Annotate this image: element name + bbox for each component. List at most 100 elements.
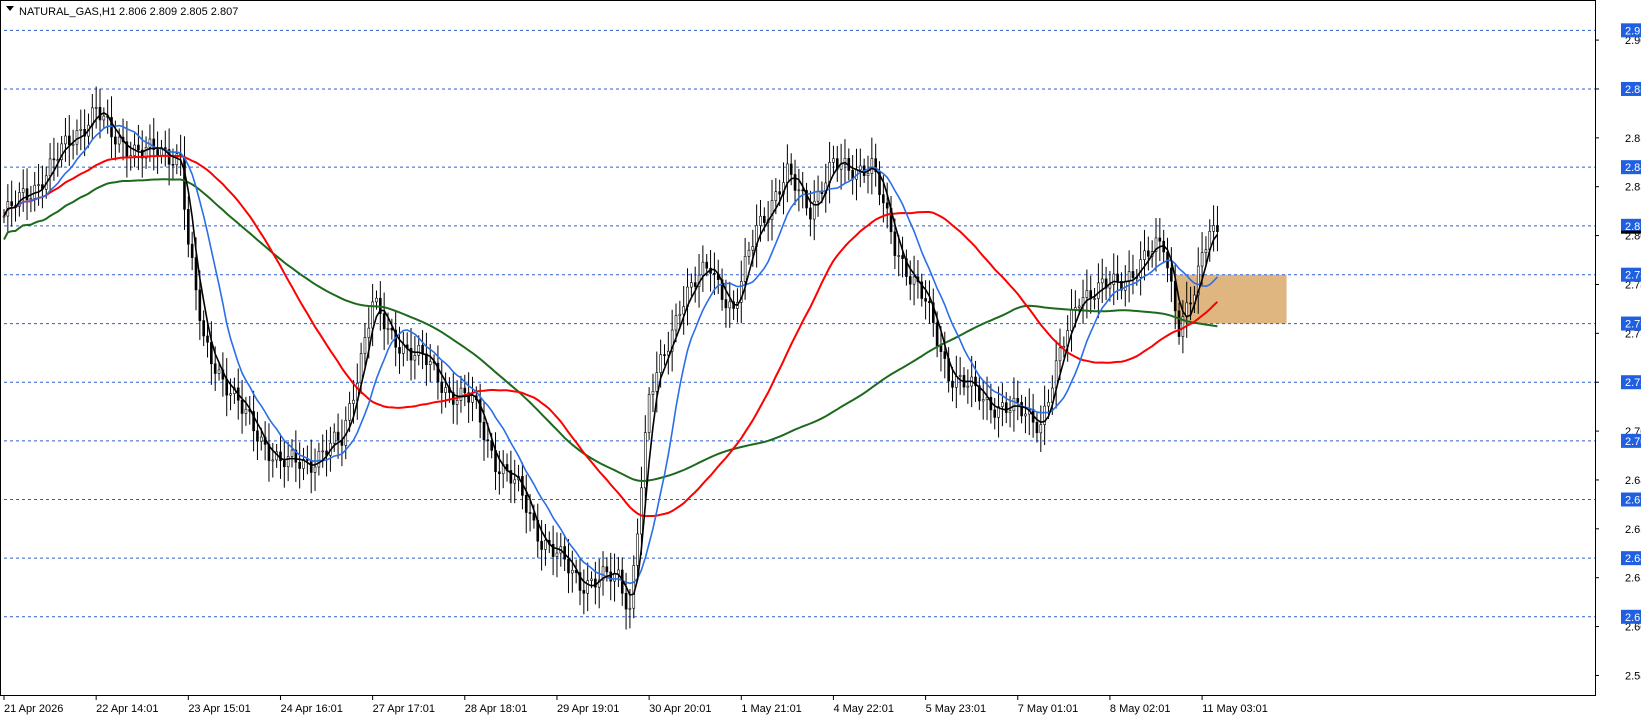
level-label-text: 2.700: [1625, 436, 1641, 448]
candle-body: [332, 431, 336, 444]
candle-body: [71, 143, 75, 146]
candle-body: [75, 130, 79, 145]
candle-body: [444, 387, 447, 393]
candle-body: [21, 188, 25, 193]
candle-body: [137, 144, 140, 151]
candle-body: [498, 471, 501, 475]
x-tick-label: 5 May 23:01: [926, 703, 987, 715]
candle-body: [908, 276, 912, 285]
candle-body: [567, 558, 570, 574]
candle-body: [187, 209, 190, 245]
candle-body: [832, 158, 835, 163]
candle-body: [901, 255, 904, 259]
candle-body: [1143, 250, 1146, 260]
candle-body: [117, 136, 121, 145]
level-label-text: 2.640: [1625, 553, 1641, 565]
candle-body: [1177, 310, 1181, 337]
candle-body: [244, 408, 248, 414]
candle-body: [1024, 413, 1027, 417]
candle-body: [1100, 278, 1104, 284]
candle-body: [705, 261, 709, 269]
candle-body: [678, 313, 682, 317]
candle-body: [524, 495, 528, 513]
candle-body: [793, 174, 797, 191]
candle-body: [640, 487, 643, 535]
candle-body: [713, 273, 716, 275]
candle-body: [1139, 259, 1142, 278]
ma-slow-red-line: [3, 154, 1219, 518]
candle-body: [459, 387, 463, 401]
candle-body: [64, 135, 67, 145]
symbol-line: NATURAL_GAS,H1 2.806 2.809 2.805 2.807: [19, 6, 238, 18]
candle-body: [313, 466, 317, 473]
level-label-text: 2.610: [1625, 612, 1641, 624]
dropdown-triangle-icon[interactable]: [6, 6, 14, 11]
candle-body: [701, 261, 705, 276]
level-label-text: 2.760: [1625, 319, 1641, 331]
candle-body: [632, 565, 636, 609]
candle-body: [1093, 298, 1096, 300]
candle-body: [1001, 402, 1004, 407]
level-label-text: 2.880: [1625, 84, 1641, 96]
candle-body: [94, 107, 98, 109]
candle-body: [609, 571, 613, 582]
candle-body: [463, 387, 467, 394]
candle-body: [801, 189, 805, 192]
candle-body: [1070, 309, 1073, 331]
candle-body: [398, 346, 401, 354]
level-label-text: 2.840: [1625, 162, 1641, 174]
candle-body: [183, 156, 186, 210]
candle-body: [29, 198, 33, 201]
x-tick-label: 1 May 21:01: [741, 703, 802, 715]
candle-body: [759, 215, 762, 226]
candle-body: [636, 533, 639, 566]
candle-body: [482, 421, 486, 441]
candle-body: [471, 395, 474, 403]
candle-body: [198, 289, 202, 321]
candle-body: [213, 363, 217, 374]
candle-body: [1170, 267, 1173, 282]
candle-body: [724, 299, 728, 309]
candle-body: [885, 202, 889, 209]
candle-body: [190, 243, 194, 258]
candle-body: [33, 184, 37, 199]
candle-body: [528, 512, 532, 514]
candle-body: [428, 361, 432, 365]
candle-body: [1035, 421, 1039, 434]
candle-body: [939, 345, 943, 352]
candle-body: [455, 400, 459, 405]
candle-body: [1077, 305, 1081, 308]
candle-body: [655, 372, 659, 392]
candle-body: [1127, 271, 1131, 282]
x-tick-label: 30 Apr 20:01: [649, 703, 711, 715]
candle-body: [37, 184, 40, 186]
candle-body: [643, 432, 647, 489]
price-chart[interactable]: 2.9052.8802.8552.8302.8052.7802.7552.730…: [0, 0, 1641, 719]
candle-body: [951, 380, 954, 388]
candle-body: [774, 191, 778, 201]
candle-body: [363, 337, 367, 354]
candle-body: [1112, 273, 1116, 285]
candle-body: [402, 344, 405, 354]
candle-body: [1004, 402, 1008, 413]
candle-body: [421, 345, 424, 355]
candle-body: [1047, 401, 1050, 407]
candle-body: [206, 335, 209, 343]
candle-body: [690, 282, 693, 288]
candle-body: [194, 257, 198, 291]
chart-header: NATURAL_GAS,H1 2.806 2.809 2.805 2.807: [6, 6, 238, 18]
candle-body: [1212, 225, 1215, 232]
candle-body: [290, 449, 294, 457]
x-tick-label: 22 Apr 14:01: [96, 703, 158, 715]
candle-body: [628, 607, 632, 610]
candle-body: [789, 163, 793, 175]
y-tick-label: 2.830: [1625, 182, 1641, 194]
candle-body: [1158, 237, 1162, 242]
candle-body: [647, 394, 651, 433]
x-tick-label: 24 Apr 16:01: [280, 703, 342, 715]
candle-body: [382, 313, 386, 330]
candle-body: [747, 249, 751, 257]
x-tick-label: 11 May 03:01: [1202, 703, 1268, 715]
candle-body: [336, 431, 340, 441]
x-tick-label: 23 Apr 15:01: [188, 703, 250, 715]
